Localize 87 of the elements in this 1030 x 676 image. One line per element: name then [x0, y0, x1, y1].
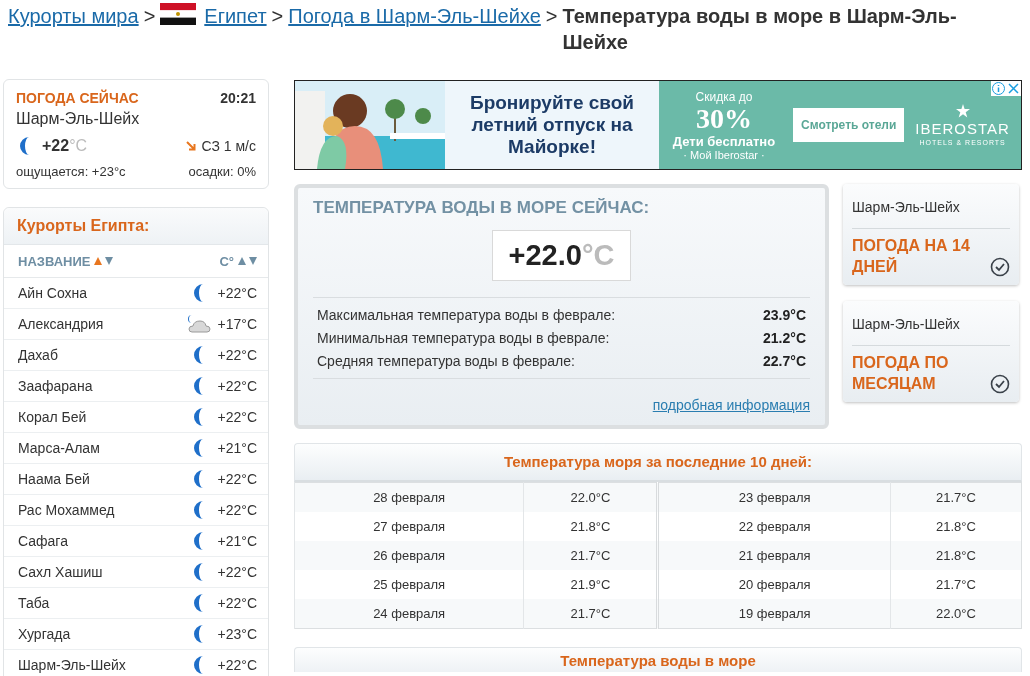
check-circle-icon [990, 374, 1010, 394]
temperature-cell: 22.0°C [890, 599, 1022, 629]
temperature-cell: 22.0°C [523, 482, 658, 512]
resort-name[interactable]: Таба [18, 595, 50, 611]
resort-temperature: +22°C [216, 378, 257, 394]
stat-label: Средняя температура воды в феврале: [317, 353, 575, 369]
stat-label: Минимальная температура воды в феврале: [317, 330, 610, 346]
resort-name[interactable]: Рас Мохаммед [18, 502, 115, 518]
breadcrumb-separator: > [143, 4, 156, 29]
resort-name[interactable]: Заафарана [18, 378, 93, 394]
stat-label: Максимальная температура воды в феврале: [317, 307, 616, 323]
page-title: Температура воды в море в Шарм-Эль-Шейхе [562, 4, 958, 55]
section-title: Температура моря за последние 10 дней: [503, 453, 813, 470]
resort-temperature: +23°C [216, 626, 257, 642]
date-cell: 23 февраля [658, 482, 891, 512]
resort-name[interactable]: Александрия [18, 316, 104, 332]
temperature-cell: 21.7°C [523, 599, 658, 629]
check-circle-icon [990, 257, 1010, 277]
resort-name[interactable]: Хургада [18, 626, 71, 642]
star-icon [955, 104, 970, 118]
date-cell: 28 февраля [294, 482, 524, 512]
sort-icon[interactable] [238, 256, 258, 266]
close-icon[interactable] [1006, 81, 1021, 96]
flag-icon [160, 3, 197, 25]
cloud-moon-icon [186, 314, 212, 334]
discount-label: Скидка до [695, 89, 753, 104]
resort-name[interactable]: Сафага [18, 533, 68, 549]
forecast-link-title: ПОГОДА НА 14 ДНЕЙ [852, 236, 971, 277]
resort-name[interactable]: Сахл Хашиш [18, 564, 103, 580]
wind-label: СЗ 1 м/с [201, 138, 256, 154]
forecast-link-card[interactable]: Шарм-Эль-Шейх ПОГОДА ПО МЕСЯЦАМ [843, 301, 1019, 402]
section-title: Температура воды в море [560, 652, 756, 669]
forecast-link-card[interactable]: Шарм-Эль-Шейх ПОГОДА НА 14 ДНЕЙ [843, 184, 1019, 285]
card-title: ПОГОДА СЕЙЧАС [16, 90, 139, 106]
current-temperature: +22°C [42, 137, 88, 155]
time-label: 20:21 [220, 90, 256, 106]
city-name: Шарм-Эль-Шейх [16, 110, 141, 128]
card-title: Курорты Египта: [17, 217, 150, 234]
forecast-link-title: ПОГОДА ПО МЕСЯЦАМ [852, 353, 950, 394]
precipitation-label: осадки: 0% [188, 164, 256, 179]
breadcrumb-link[interactable]: Египет [204, 3, 267, 29]
resort-temperature: +22°C [216, 409, 257, 425]
stat-value: 23.9°C [763, 307, 806, 323]
city-name: Шарм-Эль-Шейх [852, 184, 1010, 229]
kids-label: Дети бесплатно [672, 133, 776, 149]
breadcrumb-link[interactable]: Погода в Шарм-Эль-Шейхе [288, 3, 541, 29]
breadcrumb-separator: > [271, 4, 284, 29]
ad-headline: Бронируйте свой летний отпуск на Майорке! [468, 92, 636, 158]
resort-temperature: +22°C [216, 285, 257, 301]
temperature-cell: 21.7°C [890, 482, 1022, 512]
resort-temperature: +21°C [216, 440, 257, 456]
sort-icon[interactable] [94, 256, 115, 266]
resort-temperature: +21°C [216, 533, 257, 549]
breadcrumb-link[interactable]: Курорты мира [8, 3, 139, 29]
resort-temperature: +22°C [216, 595, 257, 611]
date-cell: 19 февраля [658, 599, 891, 629]
resort-name[interactable]: Шарм-Эль-Шейх [18, 657, 126, 673]
info-icon[interactable] [991, 81, 1006, 96]
resort-name[interactable]: Марса-Алам [18, 440, 100, 456]
resort-temperature: +22°C [216, 347, 257, 363]
water-temperature-value: +22.0°C [491, 230, 632, 281]
column-header[interactable]: C° [219, 253, 234, 269]
discount-value: 30% [696, 103, 752, 134]
resort-temperature: +22°C [216, 564, 257, 580]
stat-value: 21.2°C [763, 330, 806, 346]
wind-arrow-icon [185, 141, 196, 151]
resort-temperature: +17°C [216, 316, 257, 332]
temperature-cell: 21.7°C [523, 541, 658, 570]
resort-name[interactable]: Корал Бей [18, 409, 87, 425]
card-title: ТЕМПЕРАТУРА ВОДЫ В МОРЕ СЕЙЧАС: [313, 198, 651, 218]
resort-name[interactable]: Айн Сохна [18, 285, 88, 301]
breadcrumb-separator: > [545, 4, 558, 29]
date-cell: 26 февраля [294, 541, 524, 570]
brand-name: IBEROSTAR [915, 120, 1010, 137]
resort-temperature: +22°C [216, 502, 257, 518]
stat-value: 22.7°C [763, 353, 806, 369]
feels-like-label: ощущается: +23°с [16, 164, 126, 179]
temperature-cell: 21.8°C [890, 541, 1022, 570]
club-label: · Мой Iberostar · [683, 148, 765, 161]
date-cell: 21 февраля [658, 541, 891, 570]
city-name: Шарм-Эль-Шейх [852, 301, 1010, 346]
resort-temperature: +22°C [216, 657, 257, 673]
resort-temperature: +22°C [216, 471, 257, 487]
details-link[interactable]: подробная информация [652, 397, 810, 413]
date-cell: 24 февраля [294, 599, 524, 629]
resort-name[interactable]: Дахаб [18, 347, 58, 363]
resort-name[interactable]: Наама Бей [18, 471, 90, 487]
